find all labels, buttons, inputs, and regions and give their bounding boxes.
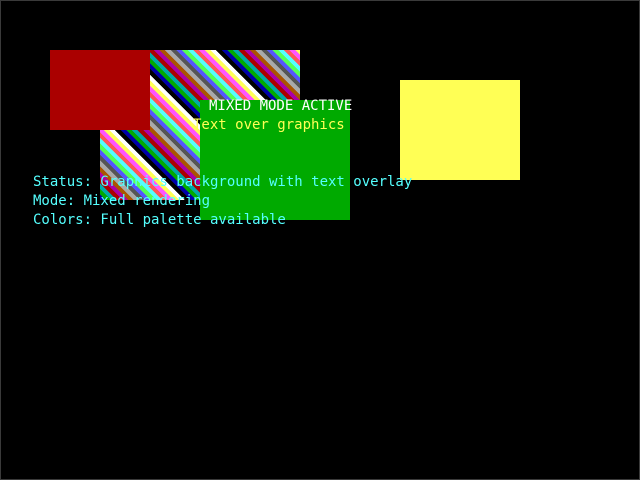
overlay-subtitle: Text over graphics	[193, 117, 345, 133]
colors-line: Colors: Full palette available	[33, 212, 286, 228]
status-line: Status: Graphics background with text ov…	[33, 174, 413, 190]
red-graphic-block	[50, 50, 150, 130]
display-screen: MIXED MODE ACTIVE Text over graphics Sta…	[0, 0, 640, 480]
mode-line: Mode: Mixed rendering	[33, 193, 211, 209]
yellow-graphic-block	[400, 80, 520, 180]
overlay-title: MIXED MODE ACTIVE	[209, 98, 353, 114]
